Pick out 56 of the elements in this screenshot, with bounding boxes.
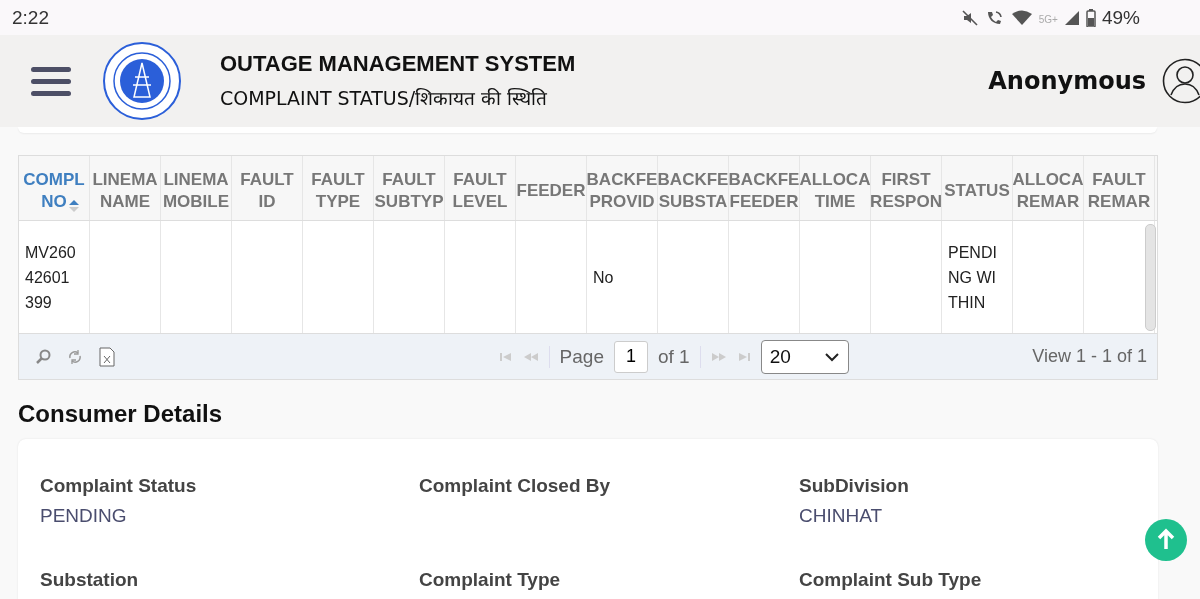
column-header[interactable]: BACKFE SUBSTA xyxy=(658,156,729,220)
system-title: OUTAGE MANAGEMENT SYSTEM xyxy=(220,51,577,77)
user-name: Anonymous xyxy=(988,67,1146,95)
column-header[interactable]: STATUS xyxy=(942,156,1013,220)
column-header[interactable]: LINEMA NAME xyxy=(90,156,161,220)
column-header[interactable]: LINEMA MOBILE xyxy=(161,156,232,220)
table-cell-text: PENDING WITHIN xyxy=(948,242,998,313)
table-cell-text: No xyxy=(593,267,615,288)
page-label: Page xyxy=(559,345,604,368)
column-header[interactable]: FEEDER xyxy=(516,156,587,220)
sort-icon xyxy=(69,200,79,212)
field-label: Substation xyxy=(40,569,140,591)
column-header[interactable]: FAULT LEVEL xyxy=(445,156,516,220)
menu-icon[interactable] xyxy=(31,65,71,97)
field-label: SubDivision xyxy=(799,475,910,497)
signal-icon xyxy=(1063,9,1080,26)
network-type: 5G+ xyxy=(1038,13,1058,25)
field-label: Complaint Sub Type xyxy=(799,569,983,591)
column-header[interactable]: BACKFE FEEDER xyxy=(729,156,800,220)
chevron-down-icon xyxy=(823,351,840,362)
last-page-icon[interactable] xyxy=(736,351,751,362)
next-page-icon[interactable] xyxy=(710,351,727,362)
page-input[interactable]: 1 xyxy=(613,340,648,373)
column-header[interactable]: FAULT ID xyxy=(232,156,303,220)
battery-percent: 49% xyxy=(1101,6,1140,29)
page-title: COMPLAINT STATUS/शिकायत की स्थिति xyxy=(220,86,549,111)
first-page-icon[interactable] xyxy=(498,351,513,362)
page-size-dropdown[interactable]: 20 xyxy=(760,339,849,374)
battery-icon xyxy=(1085,8,1096,27)
column-header[interactable]: ALLOCA TIME xyxy=(800,156,871,220)
clock-time: 2:22 xyxy=(12,6,49,29)
page-count: of 1 xyxy=(657,345,690,368)
column-header[interactable]: ALLOCA REMAR xyxy=(1013,156,1084,220)
scroll-to-top-button[interactable] xyxy=(1144,518,1188,562)
field-label: Complaint Closed By xyxy=(419,475,612,497)
previous-page-icon[interactable] xyxy=(522,351,539,362)
column-header[interactable]: FAULT SUBTYP xyxy=(374,156,445,220)
field-label: Complaint Status xyxy=(40,475,198,497)
section-title: Consumer Details xyxy=(18,400,224,428)
mute-icon xyxy=(960,8,979,27)
column-header[interactable]: FAULT REMAR xyxy=(1084,156,1155,220)
wifi-icon xyxy=(1010,9,1033,26)
excel-export-icon[interactable] xyxy=(99,346,115,367)
record-count: View 1 - 1 of 1 xyxy=(1032,346,1147,367)
field-value: CHINHAT xyxy=(799,505,884,527)
field-value: PENDING xyxy=(40,505,128,527)
user-avatar-icon[interactable] xyxy=(1162,58,1200,104)
column-header[interactable]: COMPL NO xyxy=(19,156,90,220)
field-label: Complaint Type xyxy=(419,569,562,591)
table-cell-text: MV26042601399 xyxy=(25,242,77,313)
column-header[interactable]: FIRST RESPON xyxy=(871,156,942,220)
refresh-icon[interactable] xyxy=(67,348,83,365)
column-header[interactable]: FAULT TYPE xyxy=(303,156,374,220)
search-icon[interactable] xyxy=(35,348,51,365)
emblem-logo-icon xyxy=(102,41,182,121)
column-header[interactable]: BACKFE PROVID xyxy=(587,156,658,220)
